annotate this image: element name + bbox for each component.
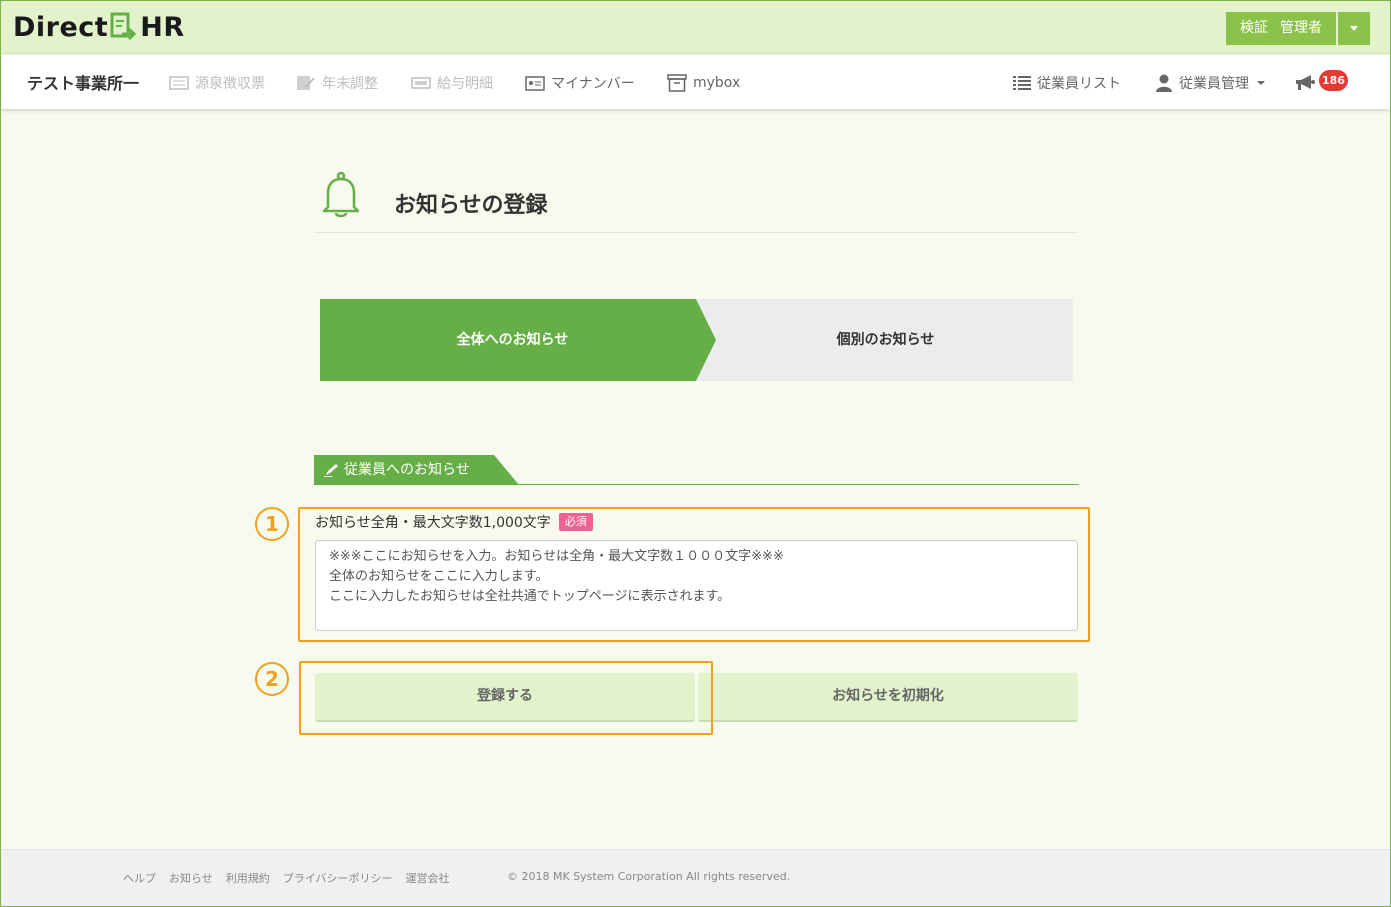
section-header: 従業員へのお知らせ — [314, 455, 1079, 485]
top-header: Direct HR 検証 管理者 — [1, 1, 1390, 54]
nav-label: 源泉徴収票 — [195, 76, 265, 92]
admin-label-verify: 検証 — [1240, 20, 1268, 36]
chevron-down-icon — [1257, 81, 1265, 85]
footer-link-news[interactable]: お知らせ — [169, 870, 213, 886]
field-label-text: お知らせ全角・最大文字数1,000文字 — [315, 515, 551, 531]
page-header: お知らせの登録 — [314, 171, 1078, 233]
pencil-icon — [324, 464, 338, 477]
logo-text-hr: HR — [140, 11, 185, 43]
payslip-icon — [411, 77, 431, 89]
nav-item-withholding-slip[interactable]: 源泉徴収票 — [169, 55, 265, 111]
archive-box-icon — [667, 74, 687, 92]
footer-link-help[interactable]: ヘルプ — [123, 870, 156, 886]
user-icon — [1156, 74, 1172, 92]
main-navbar: テスト事業所一 源泉徴収票 年末調整 給与明細 マイナンバー mybox 従業員… — [1, 55, 1390, 109]
nav-label: 年末調整 — [322, 76, 378, 92]
nav-label: 従業員管理 — [1179, 76, 1249, 92]
textarea-line: ※※※ここにお知らせを入力。お知らせは全角・最大文字数１０００文字※※※ — [329, 549, 784, 564]
footer-link-privacy[interactable]: プライバシーポリシー — [283, 870, 393, 886]
company-name[interactable]: テスト事業所一 — [27, 55, 139, 113]
nav-label: 給与明細 — [437, 76, 493, 92]
notice-textarea[interactable]: ※※※ここにお知らせを入力。お知らせは全角・最大文字数１０００文字※※※ 全体の… — [315, 540, 1078, 631]
nav-item-mybox[interactable]: mybox — [667, 55, 740, 111]
directhr-logo[interactable]: Direct HR — [13, 9, 185, 45]
bell-icon — [322, 171, 360, 218]
reset-notice-button[interactable]: お知らせを初期化 — [698, 673, 1078, 722]
footer-link-company[interactable]: 運営会社 — [406, 870, 450, 886]
nav-label: mybox — [693, 75, 741, 91]
section-tab: 従業員へのお知らせ — [314, 455, 519, 485]
logo-text-direct: Direct — [13, 11, 109, 43]
required-badge: 必須 — [558, 513, 593, 531]
nav-item-employee-list[interactable]: 従業員リスト — [1013, 55, 1121, 111]
logo-document-arrow-icon — [110, 12, 137, 41]
nav-item-year-end-adjustment[interactable]: 年末調整 — [296, 55, 378, 111]
nav-item-employee-management[interactable]: 従業員管理 — [1155, 55, 1265, 111]
edit-document-icon — [297, 76, 315, 90]
notice-type-steps: 全体へのお知らせ 個別のお知らせ — [320, 299, 1073, 381]
footer-link-terms[interactable]: 利用規約 — [226, 870, 270, 886]
id-card-icon — [525, 76, 545, 91]
chevron-down-icon — [1350, 26, 1358, 31]
step-all-label[interactable]: 全体へのお知らせ — [320, 299, 705, 381]
textarea-line: 全体のお知らせをここに入力します。 — [329, 569, 549, 584]
annotation-box-2 — [299, 661, 713, 735]
annotation-marker-1: 1 — [255, 507, 289, 541]
nav-label: 従業員リスト — [1037, 76, 1121, 92]
megaphone-icon — [1296, 75, 1315, 90]
notice-field-label: お知らせ全角・最大文字数1,000文字 必須 — [315, 512, 593, 532]
notification-count-badge: 186 — [1319, 69, 1348, 91]
admin-label-role: 管理者 — [1280, 20, 1322, 36]
footer: ヘルプ お知らせ 利用規約 プライバシーポリシー 運営会社 © 2018 MK … — [1, 849, 1390, 906]
nav-item-my-number[interactable]: マイナンバー — [525, 55, 635, 111]
nav-item-payslip[interactable]: 給与明細 — [411, 55, 493, 111]
step-individual-label[interactable]: 個別のお知らせ — [698, 299, 1073, 381]
admin-user-button[interactable]: 検証 管理者 — [1226, 12, 1336, 45]
copyright-text: © 2018 MK System Corporation All rights … — [507, 870, 791, 883]
page-title: お知らせの登録 — [394, 193, 548, 218]
textarea-line: ここに入力したお知らせは全社共通でトップページに表示されます。 — [329, 589, 731, 604]
admin-menu: 検証 管理者 — [1226, 12, 1370, 45]
receipt-icon — [169, 76, 189, 90]
list-icon — [1013, 76, 1031, 90]
annotation-marker-2: 2 — [255, 662, 289, 696]
admin-dropdown-toggle[interactable] — [1338, 12, 1370, 45]
section-title: 従業員へのお知らせ — [344, 462, 470, 478]
nav-label: マイナンバー — [551, 76, 635, 92]
footer-links: ヘルプ お知らせ 利用規約 プライバシーポリシー 運営会社 — [123, 870, 450, 886]
notifications-button[interactable]: 186 — [1295, 55, 1348, 111]
